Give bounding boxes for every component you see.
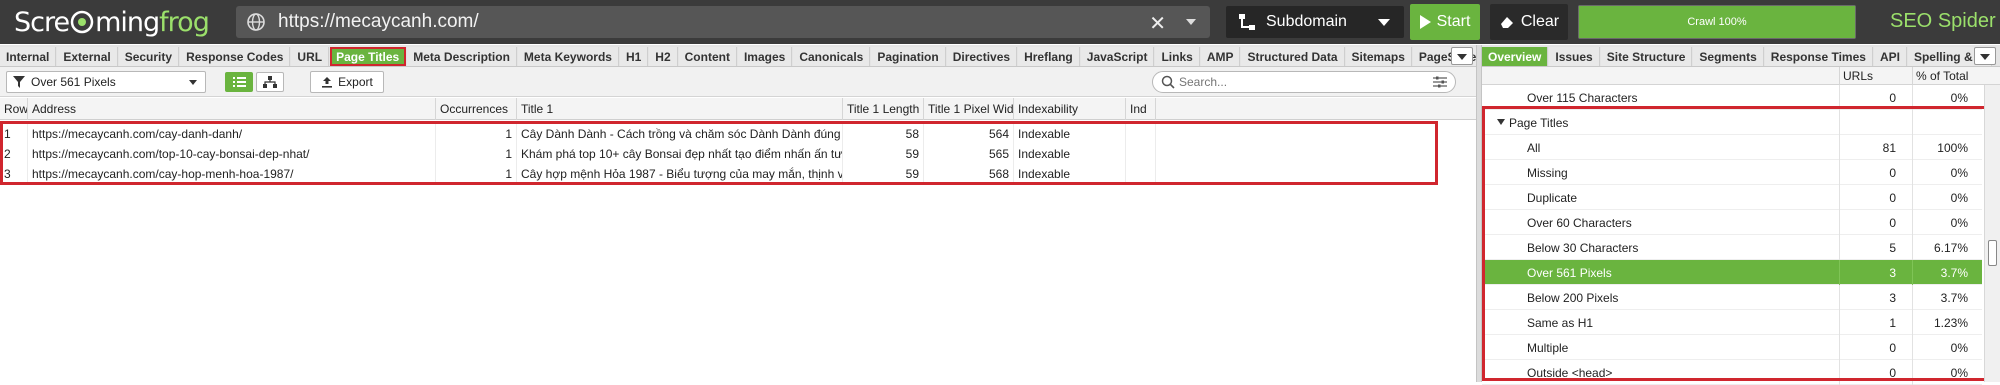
- start-label: Start: [1436, 13, 1471, 30]
- tab-page-titles[interactable]: Page Titles: [330, 47, 407, 66]
- col-pct: % of Total: [1912, 67, 1982, 85]
- clear-button[interactable]: Clear: [1490, 4, 1568, 40]
- url-history-dropdown-icon[interactable]: [1186, 19, 1196, 25]
- logo-text-3: frog: [159, 6, 210, 38]
- clear-url-icon[interactable]: ✕: [1149, 11, 1166, 36]
- tab-amp[interactable]: AMP: [1200, 47, 1241, 66]
- tab-internal[interactable]: Internal: [0, 47, 57, 66]
- right-tab-api[interactable]: API: [1873, 47, 1907, 66]
- table-header: Row Address Occurrences Title 1 Title 1 Leng…: [0, 98, 1476, 120]
- search-icon: [1161, 75, 1175, 89]
- search-input[interactable]: [1179, 75, 1399, 89]
- brand-seo: SEO: [1890, 10, 1933, 32]
- more-right-tabs-dropdown-icon[interactable]: [1974, 47, 1996, 65]
- tab-external[interactable]: External: [57, 47, 118, 66]
- filter-icon: [13, 76, 25, 88]
- tab-images[interactable]: Images: [737, 47, 793, 66]
- main-tab-bar: Internal External Security Response Codes UR…: [0, 45, 1476, 67]
- eraser-icon: [1500, 17, 1513, 28]
- search-options-icon[interactable]: [1433, 76, 1447, 88]
- column-header[interactable]: Title 1: [517, 98, 843, 120]
- chevron-down-icon: [189, 80, 197, 85]
- crawl-mode-value: Subdomain: [1266, 13, 1347, 30]
- list-icon: [233, 77, 246, 87]
- filter-select[interactable]: Over 561 Pixels: [6, 71, 206, 93]
- overview-header: URLs % of Total: [1482, 67, 2000, 85]
- tab-javascript[interactable]: JavaScript: [1080, 47, 1155, 66]
- overview-panel: URLs % of Total Over 115 Characters 0 0% Pa…: [1482, 67, 2000, 385]
- tab-url[interactable]: URL: [291, 47, 330, 66]
- tab-links[interactable]: Links: [1155, 47, 1200, 66]
- start-button[interactable]: Start: [1410, 4, 1480, 40]
- crawl-progress-bar: Crawl 100%: [1578, 5, 1856, 39]
- tab-hreflang[interactable]: Hreflang: [1018, 47, 1080, 66]
- tab-response-codes[interactable]: Response Codes: [180, 47, 291, 66]
- col-urls: URLs: [1839, 67, 1912, 85]
- app-logo: Scre ming frog: [14, 5, 210, 39]
- right-tab-overview[interactable]: Overview: [1482, 47, 1549, 66]
- logo-text-2: ming: [95, 6, 160, 38]
- table-toolbar: Over 561 Pixels Export: [0, 67, 1476, 97]
- crawl-progress-label: Crawl 100%: [1687, 16, 1747, 28]
- tab-security[interactable]: Security: [118, 47, 180, 66]
- highlight-box-rows: [0, 121, 1438, 185]
- column-header[interactable]: Address: [28, 98, 436, 120]
- export-label: Export: [338, 75, 373, 89]
- search-box: [1152, 71, 1456, 93]
- filter-value: Over 561 Pixels: [31, 75, 116, 89]
- product-name: SEO Spider: [1890, 10, 1996, 33]
- crawl-mode-select[interactable]: Subdomain: [1226, 6, 1404, 38]
- right-tab-bar: Overview Issues Site Structure Segments Resp…: [1482, 45, 2000, 67]
- column-header[interactable]: Title 1 Pixel Width: [924, 98, 1014, 120]
- top-bar: Scre ming frog ✕ Subdomain Start: [0, 0, 2000, 44]
- clear-label: Clear: [1520, 13, 1560, 30]
- export-button[interactable]: Export: [310, 71, 384, 93]
- brand-spider: Spider: [1937, 10, 1996, 32]
- tree-icon: [263, 76, 277, 88]
- tab-h2[interactable]: H2: [649, 47, 678, 66]
- more-tabs-dropdown-icon[interactable]: [1451, 47, 1473, 65]
- tab-pagination[interactable]: Pagination: [871, 47, 946, 66]
- play-icon: [1419, 15, 1431, 29]
- tab-meta-description[interactable]: Meta Description: [407, 47, 517, 66]
- highlight-box-overview: [1482, 106, 1988, 381]
- overview-scrollbar[interactable]: [1984, 85, 2000, 382]
- right-tab-response-times[interactable]: Response Times: [1764, 47, 1873, 66]
- right-tab-issues[interactable]: Issues: [1549, 47, 1600, 66]
- tab-content[interactable]: Content: [678, 47, 737, 66]
- column-header[interactable]: Occurrences: [436, 98, 517, 120]
- column-header[interactable]: Title 1 Length: [843, 98, 924, 120]
- list-view-button[interactable]: [225, 72, 253, 92]
- subdomain-icon: [1239, 14, 1255, 30]
- tab-canonicals[interactable]: Canonicals: [793, 47, 871, 66]
- url-input[interactable]: [278, 11, 1098, 33]
- results-table: Row Address Occurrences Title 1 Title 1 Leng…: [0, 98, 1476, 382]
- globe-icon: [247, 13, 265, 31]
- tab-structured-data[interactable]: Structured Data: [1241, 47, 1345, 66]
- column-header[interactable]: Ind: [1126, 98, 1156, 120]
- scroll-thumb[interactable]: [1988, 240, 1997, 266]
- column-header[interactable]: Row: [0, 98, 28, 120]
- tab-directives[interactable]: Directives: [946, 47, 1018, 66]
- tree-view-button[interactable]: [256, 72, 284, 92]
- frog-logo-icon: [70, 10, 94, 34]
- tab-meta-keywords[interactable]: Meta Keywords: [517, 47, 619, 66]
- tab-sitemaps[interactable]: Sitemaps: [1345, 47, 1412, 66]
- right-tab-site-structure[interactable]: Site Structure: [1600, 47, 1693, 66]
- logo-text-1: Scre: [14, 6, 70, 38]
- tab-h1[interactable]: H1: [619, 47, 649, 66]
- url-bar: ✕: [236, 6, 1210, 38]
- right-tab-segments[interactable]: Segments: [1693, 47, 1764, 66]
- chevron-down-icon: [1378, 19, 1390, 26]
- column-header[interactable]: Indexability: [1014, 98, 1126, 120]
- upload-icon: [322, 77, 333, 88]
